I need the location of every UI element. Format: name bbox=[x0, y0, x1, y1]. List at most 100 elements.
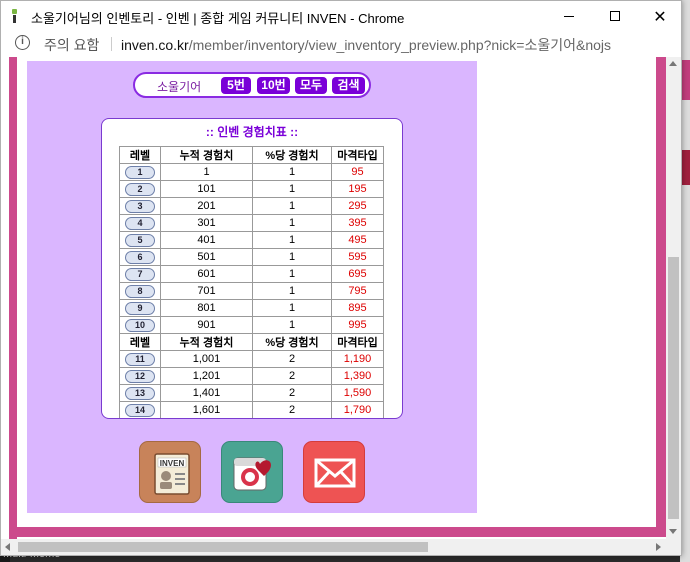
level-badge: 6 bbox=[125, 250, 155, 264]
table-row: 2 101 1 195 bbox=[119, 180, 384, 198]
cumulative-exp-cell: 601 bbox=[160, 265, 253, 283]
scroll-left-arrow-icon[interactable] bbox=[5, 543, 10, 551]
level-cell: 9 bbox=[119, 299, 161, 317]
type-cell: 395 bbox=[331, 214, 384, 232]
level-cell: 13 bbox=[119, 384, 161, 402]
exp-table-header-cell: 누적 경험치 bbox=[160, 146, 253, 164]
type-cell: 95 bbox=[331, 163, 384, 181]
address-bar: i 주의 요함 inven.co.kr/member/inventory/vie… bbox=[1, 31, 681, 57]
calendar-button[interactable] bbox=[221, 441, 283, 503]
security-status[interactable]: 주의 요함 bbox=[44, 35, 99, 55]
close-icon: ✕ bbox=[653, 6, 667, 26]
minimize-button[interactable] bbox=[546, 1, 592, 31]
vertical-scroll-thumb[interactable] bbox=[668, 257, 679, 519]
maximize-button[interactable] bbox=[592, 1, 638, 31]
level-cell: 15 bbox=[120, 419, 161, 420]
scroll-right-arrow-icon[interactable] bbox=[656, 543, 661, 551]
table-row: 7 601 1 695 bbox=[119, 265, 384, 283]
inven-favicon-icon bbox=[12, 9, 17, 23]
cumulative-exp-cell: 1,001 bbox=[160, 350, 253, 368]
close-button[interactable]: ✕ bbox=[637, 1, 683, 31]
action-icons: INVEN bbox=[139, 441, 379, 505]
level-badge: 5 bbox=[125, 233, 155, 247]
level-badge: 4 bbox=[125, 216, 155, 230]
info-icon[interactable]: i bbox=[15, 35, 30, 50]
url-text[interactable]: inven.co.kr/member/inventory/view_invent… bbox=[121, 35, 611, 55]
show-5-button[interactable]: 5번 bbox=[221, 77, 251, 94]
type-cell: 895 bbox=[331, 299, 384, 317]
mail-button[interactable] bbox=[303, 441, 365, 503]
level-badge: 11 bbox=[125, 352, 155, 366]
level-cell: 11 bbox=[119, 350, 161, 368]
table-row: 10 901 1 995 bbox=[119, 316, 384, 334]
exp-table-header-cell: 레벨 bbox=[119, 146, 161, 164]
exp-per-percent-cell: 1 bbox=[252, 248, 332, 266]
scrollbar-corner bbox=[666, 539, 681, 555]
level-cell: 7 bbox=[119, 265, 161, 283]
level-badge: 2 bbox=[125, 182, 155, 196]
table-row: 6 501 1 595 bbox=[119, 248, 384, 266]
exp-table-header-cell: %당 경험치 bbox=[252, 146, 332, 164]
exp-per-percent-cell: 1 bbox=[252, 316, 332, 334]
scroll-up-arrow-icon[interactable] bbox=[669, 61, 677, 66]
exp-per-percent-cell: 1 bbox=[252, 265, 332, 283]
exp-table-header-cell: 누적 경험치 bbox=[160, 333, 253, 351]
table-row: 8 701 1 795 bbox=[119, 282, 384, 300]
show-10-button[interactable]: 10번 bbox=[257, 77, 290, 94]
level-cell: 4 bbox=[119, 214, 161, 232]
exp-table-header-cell: 마격타입 bbox=[331, 146, 384, 164]
type-cell: 1,590 bbox=[331, 384, 384, 402]
title-bar[interactable]: 소울기어님의 인벤토리 - 인벤 | 종합 게임 커뮤니티 INVEN - Ch… bbox=[1, 1, 681, 31]
level-cell: 2 bbox=[119, 180, 161, 198]
type-cell: 795 bbox=[331, 282, 384, 300]
table-row: 4 301 1 395 bbox=[119, 214, 384, 232]
exp-per-percent-cell: 2 bbox=[253, 419, 332, 420]
url-host: inven.co.kr bbox=[121, 37, 189, 53]
url-path: /member/inventory/view_inventory_preview… bbox=[188, 37, 612, 53]
exp-table-header-cell: %당 경험치 bbox=[252, 333, 332, 351]
window-title: 소울기어님의 인벤토리 - 인벤 | 종합 게임 커뮤니티 INVEN - Ch… bbox=[31, 11, 405, 26]
inven-profile-button[interactable]: INVEN bbox=[139, 441, 201, 503]
scroll-down-arrow-icon[interactable] bbox=[669, 529, 677, 534]
level-badge: 1 bbox=[125, 165, 155, 179]
cumulative-exp-cell: 1,601 bbox=[160, 401, 253, 418]
table-row: 3 201 1 295 bbox=[119, 197, 384, 215]
level-cell: 1 bbox=[119, 163, 161, 181]
cumulative-exp-cell: 301 bbox=[160, 214, 253, 232]
cumulative-exp-cell: 1,401 bbox=[160, 384, 253, 402]
nickname-label: 소울기어 bbox=[157, 80, 202, 94]
minimize-icon bbox=[564, 15, 574, 17]
level-badge: 14 bbox=[125, 403, 155, 417]
level-badge: 13 bbox=[125, 386, 155, 400]
search-button[interactable]: 검색 bbox=[332, 77, 365, 94]
exp-table-header-cell: 레벨 bbox=[119, 333, 161, 351]
level-cell: 5 bbox=[119, 231, 161, 249]
vertical-scrollbar[interactable] bbox=[666, 57, 681, 539]
exp-per-percent-cell: 1 bbox=[252, 163, 332, 181]
exp-per-percent-cell: 2 bbox=[252, 401, 332, 418]
show-all-button[interactable]: 모두 bbox=[295, 77, 327, 94]
level-badge: 12 bbox=[125, 369, 155, 383]
exp-per-percent-cell: 1 bbox=[252, 299, 332, 317]
maximize-icon bbox=[610, 11, 620, 21]
horizontal-scroll-thumb[interactable] bbox=[18, 542, 428, 552]
table-row: 151,80121,990 bbox=[120, 419, 384, 420]
exp-per-percent-cell: 1 bbox=[252, 214, 332, 232]
type-cell: 695 bbox=[331, 265, 384, 283]
cumulative-exp-cell: 1,801 bbox=[161, 419, 253, 420]
type-cell: 1,990 bbox=[332, 419, 384, 420]
type-cell: 295 bbox=[331, 197, 384, 215]
address-divider bbox=[111, 37, 112, 51]
cumulative-exp-cell: 801 bbox=[160, 299, 253, 317]
type-cell: 1,790 bbox=[331, 401, 384, 418]
exp-table-title: :: 인벤 경험치표 :: bbox=[205, 125, 299, 139]
exp-table-box: :: 인벤 경험치표 :: 레벨 누적 경험치 %당 경험치 마격타입 1 1 1 95 2 10… bbox=[101, 118, 403, 419]
table-row: 11 1,001 2 1,190 bbox=[119, 350, 384, 368]
exp-per-percent-cell: 2 bbox=[252, 350, 332, 368]
horizontal-scrollbar[interactable] bbox=[1, 539, 666, 555]
table-row: 14 1,601 2 1,790 bbox=[119, 401, 384, 418]
type-cell: 195 bbox=[331, 180, 384, 198]
cumulative-exp-cell: 401 bbox=[160, 231, 253, 249]
level-badge: 8 bbox=[125, 284, 155, 298]
table-row: 9 801 1 895 bbox=[119, 299, 384, 317]
